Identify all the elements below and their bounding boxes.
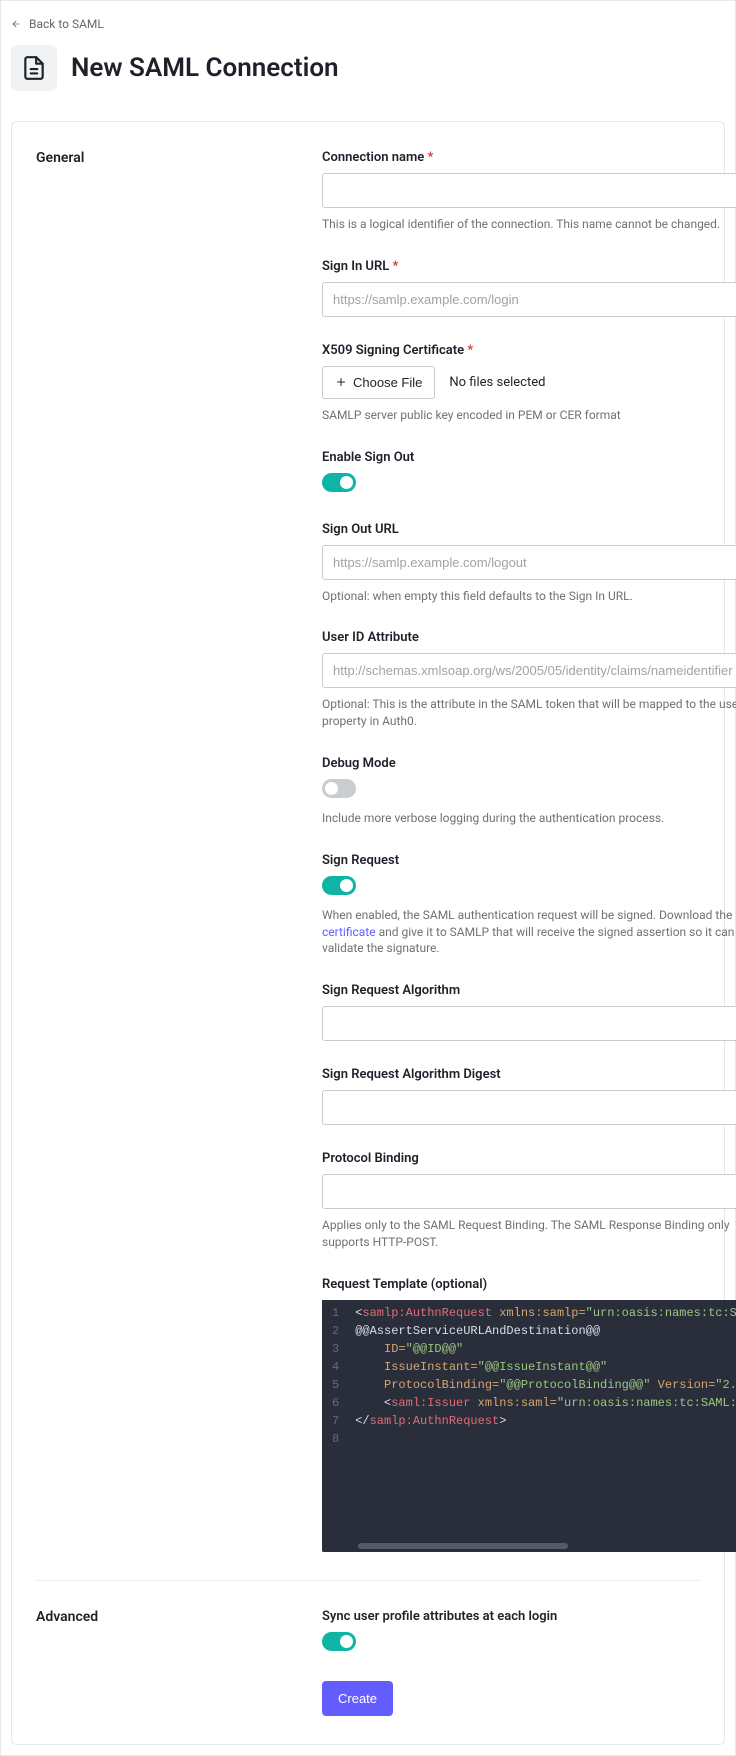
request-template-editor[interactable]: 12345678 <samlp:AuthnRequest xmlns:samlp… <box>322 1300 736 1552</box>
file-status-text: No files selected <box>449 375 545 390</box>
arrow-left-icon <box>11 19 21 29</box>
sign-algorithm-digest-label: Sign Request Algorithm Digest <box>322 1067 736 1082</box>
sign-algorithm-label: Sign Request Algorithm <box>322 983 736 998</box>
choose-file-button[interactable]: Choose File <box>322 366 435 399</box>
user-id-attribute-label: User ID Attribute <box>322 630 736 645</box>
enable-sign-out-label: Enable Sign Out <box>322 450 736 465</box>
sign-out-url-label: Sign Out URL <box>322 522 736 537</box>
connection-name-label: Connection name * <box>322 150 736 165</box>
section-general-title: General <box>36 150 322 1552</box>
debug-mode-toggle[interactable] <box>322 779 356 798</box>
page-header: New SAML Connection <box>11 45 725 91</box>
protocol-binding-label: Protocol Binding <box>322 1151 736 1166</box>
debug-mode-label: Debug Mode <box>322 756 736 771</box>
sync-profile-label: Sync user profile attributes at each log… <box>322 1609 700 1624</box>
sign-in-url-input[interactable] <box>322 282 736 317</box>
page-title: New SAML Connection <box>71 53 339 83</box>
debug-mode-hint: Include more verbose logging during the … <box>322 810 736 827</box>
sign-algorithm-select[interactable] <box>322 1006 736 1041</box>
enable-sign-out-toggle[interactable] <box>322 473 356 492</box>
sign-algorithm-digest-select[interactable] <box>322 1090 736 1125</box>
user-id-attribute-hint: Optional: This is the attribute in the S… <box>322 696 736 730</box>
connection-name-hint: This is a logical identifier of the conn… <box>322 216 736 233</box>
protocol-binding-select[interactable] <box>322 1174 736 1209</box>
sign-out-url-input[interactable] <box>322 545 736 580</box>
sign-out-url-hint: Optional: when empty this field defaults… <box>322 588 736 605</box>
certificate-label: X509 Signing Certificate * <box>322 343 736 358</box>
code-scrollbar[interactable] <box>322 1540 736 1552</box>
sign-in-url-label: Sign In URL * <box>322 259 736 274</box>
user-id-attribute-input[interactable] <box>322 653 736 688</box>
back-to-saml-link[interactable]: Back to SAML <box>11 17 725 31</box>
create-button[interactable]: Create <box>322 1681 393 1716</box>
sign-request-label: Sign Request <box>322 853 736 868</box>
request-template-label: Request Template (optional) <box>322 1277 736 1292</box>
sync-profile-toggle[interactable] <box>322 1632 356 1651</box>
certificate-link[interactable]: certificate <box>322 925 376 939</box>
protocol-binding-hint: Applies only to the SAML Request Binding… <box>322 1217 736 1251</box>
back-link-label: Back to SAML <box>29 17 104 31</box>
code-gutter: 12345678 <box>322 1300 347 1452</box>
document-icon <box>11 45 57 91</box>
sign-request-toggle[interactable] <box>322 876 356 895</box>
certificate-hint: SAMLP server public key encoded in PEM o… <box>322 407 736 424</box>
code-lines[interactable]: <samlp:AuthnRequest xmlns:samlp="urn:oas… <box>347 1300 736 1452</box>
plus-icon <box>335 376 347 388</box>
connection-name-input[interactable] <box>322 173 736 208</box>
sign-request-hint: When enabled, the SAML authentication re… <box>322 907 736 957</box>
section-advanced-title: Advanced <box>36 1609 322 1716</box>
